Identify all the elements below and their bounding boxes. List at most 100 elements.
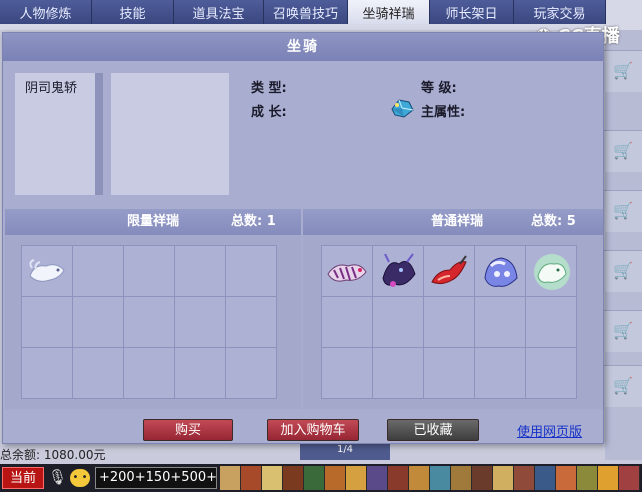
mount-preview: [111, 73, 229, 195]
normal-item-slot[interactable]: [475, 348, 525, 398]
normal-item-slot[interactable]: [322, 297, 372, 347]
normal-item-slot[interactable]: [475, 297, 525, 347]
hotbar-slot[interactable]: [598, 466, 619, 490]
hotbar-slot[interactable]: [535, 466, 556, 490]
cart-slot[interactable]: 🛒: [604, 365, 642, 407]
limited-item-slot[interactable]: [73, 246, 123, 296]
growth-label: 成 长:: [251, 105, 287, 120]
limited-item-slot[interactable]: [226, 348, 276, 398]
red-flame-mount-icon: [431, 255, 467, 285]
cart-slot[interactable]: 🛒: [604, 310, 642, 352]
tab-character[interactable]: 人物修炼: [0, 0, 92, 24]
limited-item-slot[interactable]: [73, 297, 123, 347]
limited-item-slot[interactable]: [175, 246, 225, 296]
panel-title: 坐骑: [3, 33, 603, 61]
limited-count: 总数: 1: [231, 214, 276, 229]
gem-icon: [391, 99, 414, 118]
limited-item-slot[interactable]: [22, 297, 72, 347]
favorited-button[interactable]: 已收藏: [387, 419, 479, 441]
normal-section-title: 普通祥瑞: [431, 214, 484, 229]
normal-item-slot[interactable]: [373, 348, 423, 398]
hotbar-slot[interactable]: [472, 466, 493, 490]
limited-item-slot[interactable]: [175, 348, 225, 398]
normal-item-slot[interactable]: [424, 297, 474, 347]
hotbar-slot[interactable]: [388, 466, 409, 490]
limited-item-grid: [21, 245, 277, 399]
hotbar-slot[interactable]: [367, 466, 388, 490]
normal-item-slot[interactable]: [373, 246, 423, 296]
hotbar-slot[interactable]: [241, 466, 262, 490]
hotbar-slot[interactable]: [514, 466, 535, 490]
mount-list-scrollbar[interactable]: [95, 73, 103, 195]
normal-item-slot[interactable]: [373, 297, 423, 347]
cart-icon: 🛒: [613, 261, 633, 280]
mount-shop-panel: 坐骑 阴司鬼轿 类 型: 等 级: 成 长: 主属性: 限量祥瑞 总数: 1 普…: [2, 32, 604, 444]
mount-list-item[interactable]: 阴司鬼轿: [25, 77, 77, 96]
hp-readout: +200+150+500+: [95, 467, 217, 489]
tab-summon[interactable]: 召唤兽技巧: [264, 0, 348, 24]
type-label: 类 型:: [251, 81, 287, 96]
hotbar-slot[interactable]: [619, 466, 640, 490]
limited-item-slot[interactable]: [124, 246, 174, 296]
skeleton-mount-icon: [327, 264, 367, 282]
tab-skills[interactable]: 技能: [92, 0, 174, 24]
web-version-link[interactable]: 使用网页版: [517, 421, 582, 440]
cart-slot[interactable]: 🛒: [604, 190, 642, 232]
hotbar-slot[interactable]: [556, 466, 577, 490]
mount-list: 阴司鬼轿: [15, 73, 103, 195]
ice-spirit-mount-icon: [534, 254, 570, 290]
normal-item-slot[interactable]: [475, 246, 525, 296]
tab-trade[interactable]: 玩家交易: [514, 0, 606, 24]
limited-item-slot[interactable]: [226, 246, 276, 296]
level-label: 等 级:: [421, 81, 457, 96]
hotbar-slot[interactable]: [304, 466, 325, 490]
tab-mount[interactable]: 坐骑祥瑞: [348, 0, 430, 24]
hotbar: [220, 466, 642, 490]
hotbar-slot[interactable]: [577, 466, 598, 490]
channel-current-button[interactable]: 当前: [2, 467, 44, 489]
normal-item-slot[interactable]: [526, 348, 576, 398]
main-attr-label: 主属性:: [421, 105, 466, 120]
blue-beast-mount-icon: [484, 257, 518, 287]
normal-item-slot[interactable]: [424, 246, 474, 296]
limited-item-slot[interactable]: [124, 348, 174, 398]
normal-item-slot[interactable]: [526, 297, 576, 347]
cart-icon: 🛒: [613, 61, 633, 80]
normal-item-grid: [321, 245, 577, 399]
normal-item-slot[interactable]: [526, 246, 576, 296]
cart-slot[interactable]: 🛒: [604, 130, 642, 172]
tab-items[interactable]: 道具法宝: [174, 0, 264, 24]
limited-item-slot[interactable]: [226, 297, 276, 347]
cart-slot[interactable]: 🛒: [604, 250, 642, 292]
hotbar-slot[interactable]: [283, 466, 304, 490]
normal-item-slot[interactable]: [322, 348, 372, 398]
limited-item-slot[interactable]: [22, 246, 72, 296]
emote-icon[interactable]: • •: [70, 469, 90, 487]
hotbar-slot[interactable]: [220, 466, 241, 490]
hotbar-slot[interactable]: [346, 466, 367, 490]
cart-slot[interactable]: 🛒: [604, 50, 642, 92]
normal-item-slot[interactable]: [322, 246, 372, 296]
hotbar-slot[interactable]: [430, 466, 451, 490]
limited-item-slot[interactable]: [73, 348, 123, 398]
buy-button[interactable]: 购买: [143, 419, 233, 441]
normal-section-header: 普通祥瑞 总数: 5: [303, 209, 603, 235]
hotbar-slot[interactable]: [325, 466, 346, 490]
hotbar-slot[interactable]: [493, 466, 514, 490]
page-indicator: 1/4: [300, 444, 390, 460]
cart-icon: 🛒: [613, 376, 633, 395]
microphone-icon[interactable]: 🎙: [48, 468, 67, 488]
white-fox-mount-icon: [29, 259, 65, 282]
hotbar-slot[interactable]: [409, 466, 430, 490]
cart-icon: 🛒: [613, 141, 633, 160]
hotbar-slot[interactable]: [262, 466, 283, 490]
normal-item-slot[interactable]: [424, 348, 474, 398]
tab-master[interactable]: 师长架日: [430, 0, 514, 24]
limited-item-slot[interactable]: [22, 348, 72, 398]
add-to-cart-button[interactable]: 加入购物车: [267, 419, 359, 441]
limited-item-slot[interactable]: [124, 297, 174, 347]
limited-section-title: 限量祥瑞: [127, 214, 180, 229]
limited-item-slot[interactable]: [175, 297, 225, 347]
cart-icon: 🛒: [613, 201, 633, 220]
hotbar-slot[interactable]: [451, 466, 472, 490]
